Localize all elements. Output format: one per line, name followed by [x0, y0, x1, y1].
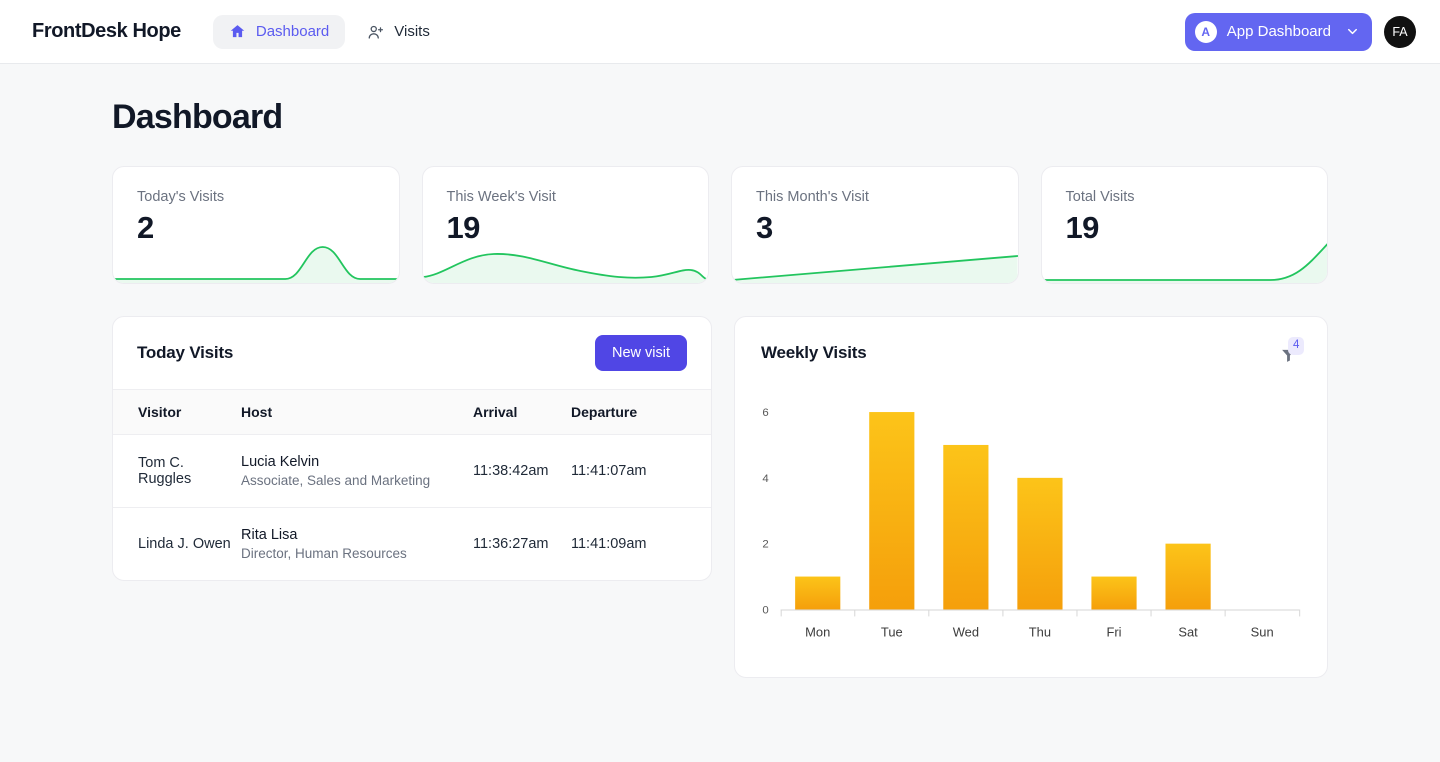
stat-card-total-visits: Total Visits 19	[1040, 166, 1328, 284]
stat-card-this-weeks-visit: This Week's Visit 19	[421, 166, 709, 284]
nav-item-dashboard[interactable]: Dashboard	[212, 14, 346, 49]
stat-label: Today's Visits	[137, 189, 225, 205]
sparkline-this-weeks-visit	[422, 239, 708, 283]
y-axis-tick: 6	[762, 407, 768, 419]
x-axis-label-thu: Thu	[1029, 624, 1051, 639]
host-name: Lucia Kelvin	[241, 454, 320, 470]
stat-card-todays-visits: Today's Visits 2	[112, 166, 400, 284]
chevron-down-icon	[1345, 24, 1360, 39]
filter-count-badge: 4	[1288, 337, 1305, 355]
new-visit-button[interactable]: New visit	[594, 335, 687, 371]
bar-sat[interactable]	[1165, 543, 1211, 610]
app-avatar: A	[1194, 20, 1217, 43]
y-axis-tick: 0	[762, 604, 768, 616]
brand-logo: FrontDesk Hope	[32, 20, 181, 42]
column-header-visitor: Visitor	[113, 389, 241, 435]
panels-row: Today Visits New visit Visitor Host Arri…	[112, 316, 1328, 678]
user-plus-icon	[367, 23, 385, 41]
user-avatar[interactable]: FA	[1384, 15, 1416, 48]
app-switcher-button[interactable]: A App Dashboard	[1184, 12, 1372, 51]
y-axis-tick: 4	[762, 473, 769, 485]
nav-item-visits[interactable]: Visits	[351, 15, 446, 49]
home-icon	[229, 23, 247, 41]
table-row[interactable]: Tom C. Ruggles Lucia Kelvin Associate, S…	[113, 434, 711, 508]
cell-departure: 11:41:07am	[571, 434, 711, 508]
host-role: Director, Human Resources	[241, 546, 407, 561]
stat-card-grid: Today's Visits 2 This Week's Visit 19 Th…	[112, 166, 1328, 284]
x-axis-label-wed: Wed	[953, 624, 979, 639]
topbar: FrontDesk Hope Dashboard Visits A App Da…	[0, 0, 1440, 64]
weekly-visits-header: Weekly Visits 4	[735, 317, 1327, 373]
weekly-visits-chart: 0 2 4 6 Mon Tue Wed Thu Fri Sat Sun	[735, 383, 1327, 677]
bar-mon[interactable]	[795, 576, 841, 610]
x-axis-label-fri: Fri	[1106, 624, 1121, 639]
cell-visitor: Linda J. Owen	[138, 536, 231, 552]
page-title: Dashboard	[112, 98, 283, 136]
today-visits-header: Today Visits New visit	[113, 317, 711, 389]
sparkline-this-months-visit	[732, 239, 1018, 283]
column-header-host: Host	[241, 389, 473, 435]
cell-departure: 11:41:09am	[571, 536, 647, 552]
sparkline-todays-visits	[113, 239, 399, 283]
weekly-visits-panel: Weekly Visits 4 0 2 4 6 Mon Tue Wed Thu Fri Sat Su…	[734, 316, 1328, 678]
table-body: Tom C. Ruggles Lucia Kelvin Associate, S…	[113, 434, 711, 581]
x-axis-label-mon: Mon	[805, 624, 830, 639]
page-content: Dashboard Today's Visits 2 This Week's V…	[0, 64, 1440, 678]
cell-visitor: Tom C. Ruggles	[113, 434, 241, 508]
x-axis-label-sat: Sat	[1178, 624, 1198, 639]
filter-button[interactable]: 4	[1276, 337, 1305, 373]
table-row[interactable]: Linda J. Owen Rita Lisa Director, Human …	[113, 508, 711, 581]
nav-item-dashboard-label: Dashboard	[255, 23, 330, 40]
bar-thu[interactable]	[1017, 477, 1063, 610]
table-header: Visitor Host Arrival Departure	[113, 389, 711, 435]
bar-tue[interactable]	[869, 412, 915, 610]
table-header-row: Visitor Host Arrival Departure	[113, 389, 711, 435]
today-visits-panel: Today Visits New visit Visitor Host Arri…	[112, 316, 712, 581]
column-header-departure: Departure	[571, 389, 711, 435]
bar-wed[interactable]	[943, 444, 989, 610]
stat-label: This Week's Visit	[446, 189, 556, 205]
column-header-arrival: Arrival	[473, 389, 571, 435]
stat-label: This Month's Visit	[756, 189, 869, 205]
today-visits-table: Visitor Host Arrival Departure Tom C. Ru…	[113, 389, 711, 580]
host-name: Rita Lisa	[241, 527, 298, 543]
main-nav: Dashboard Visits	[212, 14, 446, 49]
bar-fri[interactable]	[1091, 576, 1137, 610]
cell-arrival: 11:38:42am	[473, 434, 571, 508]
host-role: Associate, Sales and Marketing	[241, 473, 431, 488]
today-visits-title: Today Visits	[137, 343, 234, 362]
weekly-visits-title: Weekly Visits	[761, 343, 867, 362]
stat-label: Total Visits	[1065, 189, 1135, 205]
app-switcher-label: App Dashboard	[1226, 23, 1331, 40]
y-axis-tick: 2	[762, 539, 768, 551]
nav-item-visits-label: Visits	[394, 23, 430, 40]
stat-card-this-months-visit: This Month's Visit 3	[731, 166, 1019, 284]
sparkline-total-visits	[1041, 239, 1327, 283]
topbar-right: A App Dashboard FA	[1184, 12, 1416, 51]
x-axis-label-tue: Tue	[881, 624, 903, 639]
cell-arrival: 11:36:27am	[473, 536, 549, 552]
cell-host: Lucia Kelvin Associate, Sales and Market…	[241, 434, 473, 508]
cell-host: Rita Lisa Director, Human Resources	[241, 508, 473, 581]
x-axis-label-sun: Sun	[1251, 624, 1274, 639]
